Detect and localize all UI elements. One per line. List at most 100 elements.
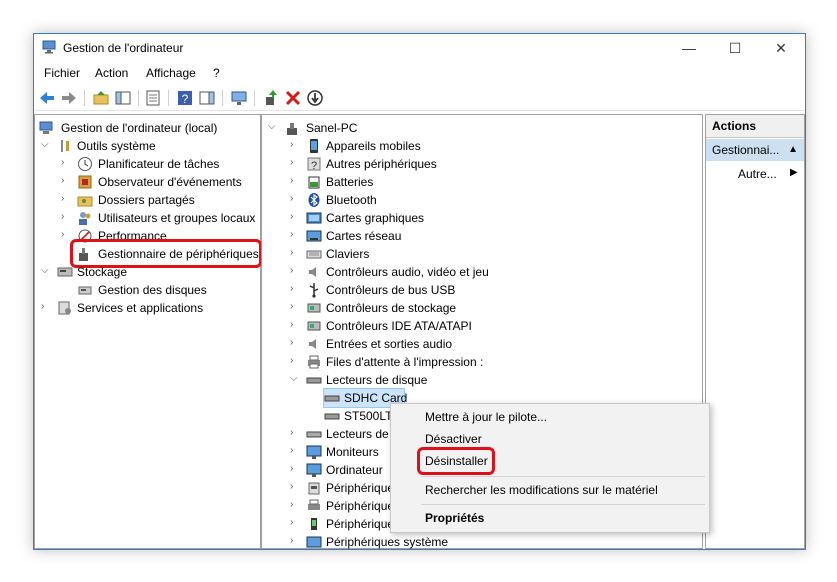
- chevron-right-icon[interactable]: ›: [290, 247, 293, 258]
- device-category-label: Cartes graphiques: [326, 211, 425, 225]
- actions-more-item[interactable]: Autre... ▶: [738, 167, 798, 181]
- chevron-right-icon[interactable]: ›: [290, 301, 293, 312]
- show-hide-tree-icon[interactable]: [114, 89, 132, 107]
- menu-affichage[interactable]: Affichage: [146, 66, 196, 80]
- chevron-right-icon[interactable]: ›: [290, 427, 293, 438]
- disk-icon: [78, 286, 92, 295]
- menu-help[interactable]: ?: [213, 66, 220, 80]
- chevron-down-icon[interactable]: ⌵: [290, 373, 298, 384]
- actions-pane: Actions Gestionnai... ▲ Autre... ▶: [705, 114, 805, 549]
- update-driver-icon[interactable]: [262, 89, 280, 107]
- hid-icon: [308, 482, 320, 495]
- printer-icon: [308, 355, 320, 369]
- device-category-label: Périphériques système: [326, 535, 449, 549]
- toolbar-separator: [222, 90, 223, 106]
- device-category-label: Lecteurs de disque: [326, 373, 428, 387]
- chevron-right-icon[interactable]: ›: [290, 319, 293, 330]
- device-category-label: Batteries: [326, 175, 374, 189]
- menu-item-update-driver[interactable]: Mettre à jour le pilote...: [425, 410, 547, 424]
- chevron-right-icon[interactable]: ›: [61, 175, 64, 186]
- collapse-up-icon[interactable]: ▲: [788, 139, 798, 161]
- monitor-icon: [306, 445, 322, 459]
- audio-io-icon: [309, 339, 316, 349]
- tree-item-label: Dossiers partagés: [98, 193, 195, 207]
- event-viewer-icon: [78, 175, 92, 189]
- menu-separator: [421, 476, 705, 477]
- chevron-down-icon[interactable]: ⌵: [41, 265, 49, 276]
- chevron-right-icon[interactable]: ›: [41, 301, 44, 312]
- menu-fichier[interactable]: Fichier: [44, 66, 80, 80]
- chevron-right-icon[interactable]: ›: [290, 337, 293, 348]
- chevron-right-icon[interactable]: ›: [290, 463, 293, 474]
- chevron-right-icon[interactable]: ›: [61, 211, 64, 222]
- actions-selected-item[interactable]: Gestionnai... ▲: [706, 139, 804, 161]
- scan-monitor-icon[interactable]: [230, 89, 248, 107]
- chevron-right-icon[interactable]: ›: [61, 157, 64, 168]
- svg-text:?: ?: [182, 92, 189, 106]
- chevron-right-icon[interactable]: ›: [290, 139, 293, 150]
- tree-item-label: Observateur d'événements: [98, 175, 242, 189]
- disk-drive-icon: [306, 377, 322, 384]
- console-tree-pane: Gestion de l'ordinateur (local) ⌵ Outils…: [34, 114, 262, 549]
- chevron-right-icon[interactable]: ›: [290, 499, 293, 510]
- menu-action[interactable]: Action: [95, 66, 128, 80]
- actions-header: Actions: [706, 115, 804, 138]
- chevron-down-icon[interactable]: ⌵: [41, 139, 49, 150]
- device-category-label: Périphériques: [326, 481, 401, 495]
- portable-device-icon: [311, 518, 317, 530]
- chevron-right-icon[interactable]: ›: [290, 517, 293, 528]
- system-device-icon: [306, 536, 322, 548]
- tools-icon: [61, 140, 69, 152]
- chevron-right-icon[interactable]: ›: [290, 265, 293, 276]
- device-category-label: Périphériques: [326, 517, 401, 531]
- speaker-icon: [309, 267, 316, 277]
- context-menu: Mettre à jour le pilote... Désactiver Dé…: [390, 403, 710, 533]
- storage-icon: [57, 267, 73, 277]
- tree-item-label: Outils système: [77, 139, 156, 153]
- device-category-label: Autres périphériques: [326, 157, 437, 171]
- chevron-right-icon[interactable]: ›: [61, 229, 64, 240]
- device-category-label: Entrées et sorties audio: [326, 337, 453, 351]
- chevron-right-icon[interactable]: ›: [290, 157, 293, 168]
- chevron-right-icon[interactable]: ›: [290, 535, 293, 546]
- chevron-right-icon[interactable]: ›: [290, 355, 293, 366]
- device-category-label: Contrôleurs de stockage: [326, 301, 457, 315]
- device-category-label: Périphériques: [326, 499, 401, 513]
- chevron-right-icon[interactable]: ›: [290, 481, 293, 492]
- close-button[interactable]: ✕: [758, 34, 804, 62]
- actions-selected-label: Gestionnai...: [712, 143, 780, 157]
- up-folder-icon[interactable]: [92, 89, 110, 107]
- shared-folder-icon: [77, 196, 93, 207]
- forward-arrow-icon[interactable]: [60, 89, 78, 107]
- bluetooth-icon: [308, 193, 320, 207]
- chevron-right-icon[interactable]: ›: [61, 193, 64, 204]
- chevron-right-icon[interactable]: ›: [290, 229, 293, 240]
- device-category-label: Claviers: [326, 247, 370, 261]
- chevron-down-icon[interactable]: ⌵: [268, 121, 276, 132]
- menu-item-properties[interactable]: Propriétés: [425, 511, 484, 525]
- computer-management-icon: [39, 121, 53, 134]
- menu-item-disable[interactable]: Désactiver: [425, 432, 482, 446]
- device-category-label: Bluetooth: [326, 193, 377, 207]
- chevron-right-icon[interactable]: ›: [290, 193, 293, 204]
- chevron-right-icon[interactable]: ›: [290, 211, 293, 222]
- chevron-right-icon[interactable]: ›: [290, 445, 293, 456]
- help-icon[interactable]: ?: [176, 89, 194, 107]
- chevron-right-icon[interactable]: ›: [290, 175, 293, 186]
- chevron-right-icon[interactable]: ›: [290, 283, 293, 294]
- uninstall-x-icon[interactable]: [284, 89, 302, 107]
- submenu-arrow-icon: ▶: [790, 167, 798, 178]
- actions-more-label: Autre...: [738, 167, 777, 181]
- action-pane-toggle-icon[interactable]: [198, 89, 216, 107]
- ide-controller-icon: [307, 321, 321, 331]
- clock-icon: [78, 157, 92, 171]
- menu-item-scan-hardware[interactable]: Rechercher les modifications sur le maté…: [425, 483, 658, 497]
- properties-sheet-icon[interactable]: [144, 89, 162, 107]
- disable-device-icon[interactable]: [306, 89, 324, 107]
- toolbar: ?: [34, 86, 805, 111]
- device-category-label: Cartes réseau: [326, 229, 402, 243]
- minimize-button[interactable]: —: [666, 34, 712, 62]
- back-arrow-icon[interactable]: [38, 89, 56, 107]
- maximize-button[interactable]: ☐: [712, 34, 758, 62]
- computer-management-icon: [42, 40, 56, 54]
